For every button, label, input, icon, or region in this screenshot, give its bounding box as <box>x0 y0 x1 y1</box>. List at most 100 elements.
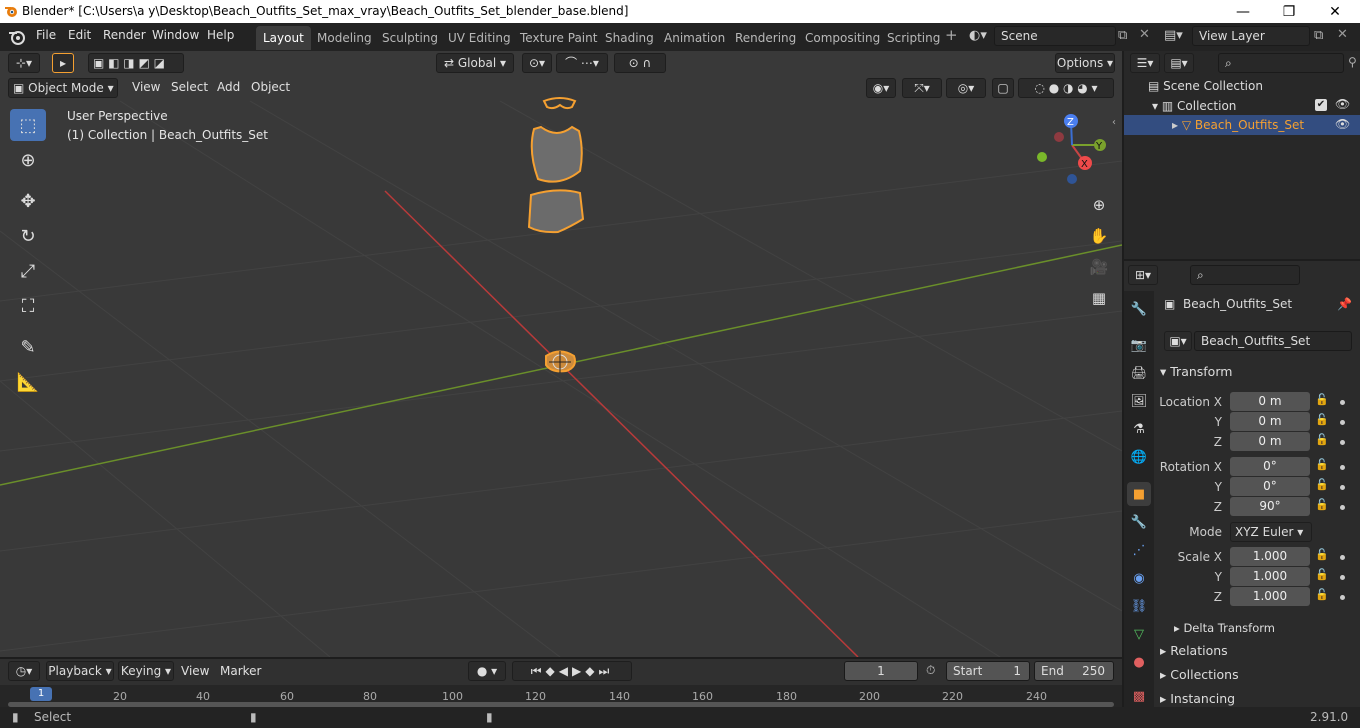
remove-view-layer-icon[interactable]: ✕ <box>1337 27 1348 42</box>
move-tool-icon[interactable]: ✥ <box>10 185 46 217</box>
camera-icon[interactable]: 🎥 <box>1087 255 1111 279</box>
sidebar-toggle-icon[interactable]: ‹ <box>1112 117 1116 128</box>
lock-icon[interactable]: 🔓 <box>1315 478 1329 491</box>
viewport-menu-object[interactable]: Object <box>251 80 290 94</box>
tab-modeling[interactable]: Modeling <box>310 26 379 50</box>
collections-header[interactable]: ▸ Collections <box>1160 664 1360 686</box>
transform-orientation-dropdown[interactable]: ⇄ Global ▾ <box>436 53 514 73</box>
location-z-field[interactable]: 0 m <box>1230 432 1310 451</box>
playback-controls[interactable]: ⏮◆◀▶◆⏭ <box>512 661 632 681</box>
menu-file[interactable]: File <box>36 28 56 42</box>
physics-tab-icon[interactable]: ◉ <box>1127 566 1151 590</box>
view-layer-tab-icon[interactable]: 🖼 <box>1127 389 1151 413</box>
scene-collection-row[interactable]: ▤ Scene Collection <box>1148 79 1263 93</box>
menu-window[interactable]: Window <box>152 28 199 42</box>
constraints-tab-icon[interactable]: ⛓ <box>1127 594 1151 618</box>
transform-panel-header[interactable]: ▾ Transform <box>1160 361 1360 383</box>
gizmo-toggle-icon[interactable]: ⤧▾ <box>902 78 942 98</box>
select-mode-buttons[interactable]: ▣ ◧ ◨ ◩ ◪ <box>88 53 184 73</box>
lock-icon[interactable]: 🔓 <box>1315 548 1329 561</box>
new-scene-icon[interactable]: ⧉ <box>1118 28 1127 43</box>
filter-icon[interactable]: ⚲ <box>1348 55 1357 69</box>
preview-range-icon[interactable]: ⏱ <box>926 663 935 678</box>
tab-shading[interactable]: Shading <box>598 26 661 50</box>
scene-icon[interactable]: ◐▾ <box>969 28 987 43</box>
object-row[interactable]: ▸ ▽ Beach_Outfits_Set <box>1172 118 1304 132</box>
keyframe-dot[interactable] <box>1340 400 1345 405</box>
select-tool-icon[interactable]: ▸ <box>52 53 74 73</box>
keyframe-dot[interactable] <box>1340 440 1345 445</box>
keyframe-dot[interactable] <box>1340 485 1345 490</box>
shading-modes[interactable]: ◌ ● ◑ ◕ ▾ <box>1018 78 1114 98</box>
new-view-layer-icon[interactable]: ⧉ <box>1314 28 1323 43</box>
properties-search-input[interactable]: ⌕ <box>1190 265 1300 285</box>
add-workspace-button[interactable]: + <box>945 26 958 44</box>
viewport-menu-view[interactable]: View <box>132 80 160 94</box>
annotate-tool-icon[interactable]: ✎ <box>10 331 46 363</box>
location-x-field[interactable]: 0 m <box>1230 392 1310 411</box>
tab-texture-paint[interactable]: Texture Paint <box>513 26 604 50</box>
display-mode-icon[interactable]: ▤▾ <box>1164 53 1194 73</box>
end-frame-field[interactable]: End 250 <box>1034 661 1114 681</box>
view-layer-field[interactable]: View Layer <box>1192 26 1310 46</box>
lock-icon[interactable]: 🔓 <box>1315 498 1329 511</box>
tab-rendering[interactable]: Rendering <box>728 26 803 50</box>
tab-layout[interactable]: Layout <box>256 26 311 50</box>
scale-x-field[interactable]: 1.000 <box>1230 547 1310 566</box>
scale-y-field[interactable]: 1.000 <box>1230 567 1310 586</box>
lock-icon[interactable]: 🔓 <box>1315 458 1329 471</box>
data-tab-icon[interactable]: ▽ <box>1127 622 1151 646</box>
output-tab-icon[interactable]: 🖨 <box>1127 361 1151 385</box>
navigation-gizmo[interactable]: X Y Z <box>1030 111 1114 187</box>
tab-compositing[interactable]: Compositing <box>798 26 887 50</box>
collection-checkbox[interactable]: ✔ <box>1315 99 1327 111</box>
collection-row[interactable]: ▾ ▥ Collection <box>1152 99 1236 113</box>
proportional-edit-icon[interactable]: ⊙ ∩ <box>614 53 666 73</box>
delta-transform-header[interactable]: ▸ Delta Transform <box>1174 617 1360 639</box>
pan-hand-icon[interactable]: ✋ <box>1087 224 1111 248</box>
keying-dropdown[interactable]: Keying ▾ <box>118 661 174 681</box>
keyframe-dot[interactable] <box>1340 595 1345 600</box>
editor-type-button[interactable]: ⊹▾ <box>8 53 40 73</box>
perspective-grid-icon[interactable]: ▦ <box>1087 286 1111 310</box>
tab-scripting[interactable]: Scripting <box>880 26 947 50</box>
pin-icon[interactable]: 📌 <box>1337 297 1352 311</box>
relations-header[interactable]: ▸ Relations <box>1160 640 1360 662</box>
rotation-mode-dropdown[interactable]: XYZ Euler ▾ <box>1230 522 1312 542</box>
minimize-button[interactable]: — <box>1220 0 1266 23</box>
keyframe-dot[interactable] <box>1340 575 1345 580</box>
scale-tool-icon[interactable]: ⤢ <box>10 255 46 287</box>
viewport-menu-add[interactable]: Add <box>217 80 240 94</box>
snap-icon[interactable]: ⌒ ⋯▾ <box>556 53 608 73</box>
scale-z-field[interactable]: 1.000 <box>1230 587 1310 606</box>
visibility-icon[interactable]: ◉▾ <box>866 78 896 98</box>
object-tab-icon[interactable]: ■ <box>1127 482 1151 506</box>
cursor-tool-icon[interactable]: ⊕ <box>10 144 46 176</box>
remove-scene-icon[interactable]: ✕ <box>1139 27 1150 42</box>
tab-sculpting[interactable]: Sculpting <box>375 26 445 50</box>
overlays-icon[interactable]: ◎▾ <box>946 78 986 98</box>
options-dropdown[interactable]: Options ▾ <box>1055 53 1115 73</box>
lock-icon[interactable]: 🔓 <box>1315 433 1329 446</box>
scene-field[interactable]: Scene <box>994 26 1116 46</box>
playback-dropdown[interactable]: Playback ▾ <box>46 661 114 681</box>
menu-edit[interactable]: Edit <box>68 28 91 42</box>
auto-keying-icon[interactable]: ● ▾ <box>468 661 506 681</box>
3d-viewport[interactable]: ⊹▾ ▸ ▣ ◧ ◨ ◩ ◪ ⇄ Global ▾ ⊙▾ ⌒ ⋯▾ ⊙ ∩ Op… <box>0 51 1122 657</box>
keyframe-dot[interactable] <box>1340 465 1345 470</box>
object-name-field[interactable]: Beach_Outfits_Set <box>1194 331 1352 351</box>
scene-tab-icon[interactable]: ⚗ <box>1127 417 1151 441</box>
object-visibility-icon[interactable]: 👁 <box>1335 117 1350 131</box>
material-tab-icon[interactable]: ● <box>1127 650 1151 674</box>
select-box-tool-icon[interactable]: ⬚ <box>10 109 46 141</box>
tab-animation[interactable]: Animation <box>657 26 732 50</box>
close-window-button[interactable]: ✕ <box>1312 0 1358 23</box>
timeline-ruler[interactable]: 1 20 40 60 80 100 120 140 160 180 200 22… <box>0 685 1122 707</box>
timeline-menu-view[interactable]: View <box>181 664 209 678</box>
start-frame-field[interactable]: Start 1 <box>946 661 1030 681</box>
pivot-point-icon[interactable]: ⊙▾ <box>522 53 552 73</box>
keyframe-dot[interactable] <box>1340 420 1345 425</box>
world-tab-icon[interactable]: 🌐 <box>1127 445 1151 469</box>
menu-help[interactable]: Help <box>207 28 234 42</box>
rotation-z-field[interactable]: 90° <box>1230 497 1310 516</box>
